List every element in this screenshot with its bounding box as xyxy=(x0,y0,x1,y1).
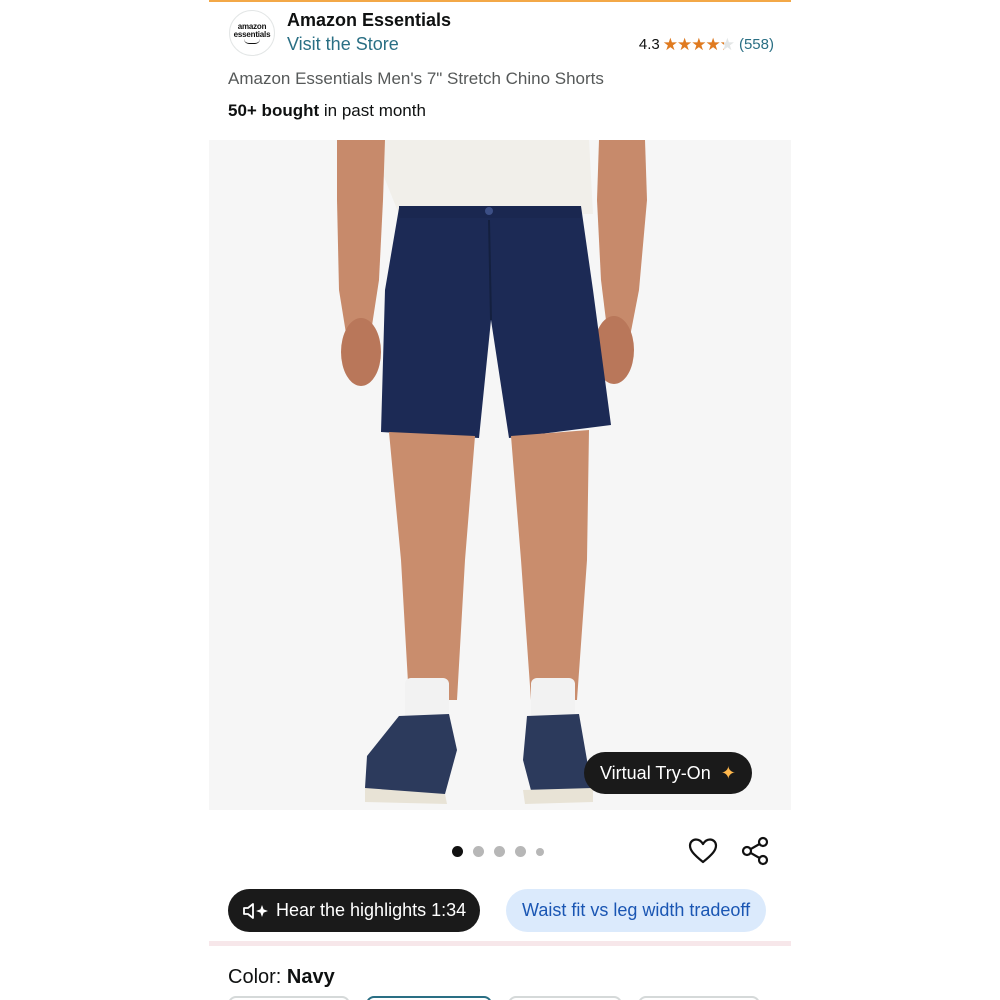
brand-logo-text-line2: essentials xyxy=(233,29,271,39)
product-page: amazon essentials Amazon Essentials Visi… xyxy=(209,0,791,1000)
heart-icon[interactable] xyxy=(687,835,719,867)
selected-color: Navy xyxy=(286,966,335,988)
sparkle-icon: ✦ xyxy=(720,762,736,783)
carousel-dot[interactable] xyxy=(515,846,526,857)
product-title: Amazon Essentials Men's 7" Stretch Chino… xyxy=(228,69,604,88)
color-swatch-selected[interactable] xyxy=(366,996,492,1000)
section-divider xyxy=(209,941,791,946)
brand-row: amazon essentials Amazon Essentials Visi… xyxy=(229,10,774,58)
hear-highlights-button[interactable]: Hear the highlights 1:34 xyxy=(228,889,481,932)
rating-count[interactable]: (558) xyxy=(739,36,774,53)
speaker-sparkle-icon xyxy=(243,902,268,919)
rating-value: 4.3 xyxy=(638,36,660,53)
color-swatch[interactable] xyxy=(228,996,350,1000)
virtual-try-on-label: Virtual Try-On xyxy=(600,762,711,783)
visit-store-link[interactable]: Visit the Store xyxy=(287,34,399,55)
product-photo-icon xyxy=(337,140,647,804)
purchase-count: 50+ bought in past month xyxy=(228,101,426,120)
top-accent-rule xyxy=(209,0,791,2)
carousel-indicators[interactable] xyxy=(452,846,544,857)
virtual-try-on-button[interactable]: Virtual Try-On ✦ xyxy=(584,752,752,794)
color-swatch[interactable] xyxy=(638,996,760,1000)
carousel-dot[interactable] xyxy=(536,847,544,856)
product-image[interactable]: Virtual Try-On ✦ xyxy=(209,140,791,810)
star-rating-icon: ★★★★★ ★★★★★ xyxy=(662,35,735,54)
smile-icon xyxy=(244,39,260,44)
hear-highlights-label: Hear the highlights 1:34 xyxy=(276,900,467,920)
rating-summary[interactable]: 4.3 ★★★★★ ★★★★★ (558) xyxy=(639,36,774,53)
brand-logo[interactable]: amazon essentials xyxy=(229,10,275,56)
color-selection-label: Color: Navy xyxy=(228,966,335,988)
question-chip[interactable]: Waist fit vs leg width tradeoff xyxy=(506,889,767,932)
brand-name: Amazon Essentials xyxy=(287,10,452,30)
question-chip-label: Waist fit vs leg width tradeoff xyxy=(522,900,751,920)
carousel-dot[interactable] xyxy=(452,846,463,857)
carousel-dot[interactable] xyxy=(494,846,505,857)
share-icon[interactable] xyxy=(739,835,771,867)
carousel-dot[interactable] xyxy=(473,846,484,857)
chip-row: Hear the highlights 1:34 Waist fit vs le… xyxy=(228,889,791,933)
color-swatch[interactable] xyxy=(508,996,622,1000)
